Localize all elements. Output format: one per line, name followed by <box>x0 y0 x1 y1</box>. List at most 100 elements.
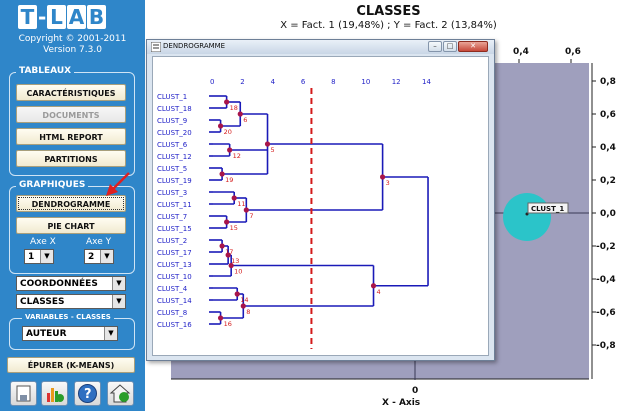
help-icon[interactable]: ? <box>74 381 101 406</box>
dendro-node[interactable] <box>224 99 230 105</box>
axe-y-label: Axe Y <box>86 237 112 247</box>
dendro-leaf-label: CLUST_15 <box>157 225 192 233</box>
pie-chart-button[interactable]: PIE CHART <box>16 217 126 234</box>
dendro-node[interactable] <box>225 252 231 258</box>
dendro-node-label: 10 <box>234 268 242 276</box>
dendro-node[interactable] <box>231 195 237 201</box>
dendro-leaf-label: CLUST_7 <box>157 213 187 221</box>
documents-button[interactable]: DOCUMENTS <box>16 106 126 123</box>
variables-value: AUTEUR <box>26 329 67 339</box>
dendro-leaf-label: CLUST_20 <box>157 129 192 137</box>
dendro-x-tick-label: 14 <box>422 78 431 86</box>
close-button[interactable]: ✕ <box>458 41 488 52</box>
html-report-button[interactable]: HTML REPORT <box>16 128 126 145</box>
dendro-node[interactable] <box>240 303 246 309</box>
dendro-x-tick-label: 8 <box>331 78 335 86</box>
axe-x-select[interactable]: 1 ▼ <box>24 249 54 264</box>
dendro-node[interactable] <box>227 147 233 153</box>
graphiques-title: GRAPHIQUES <box>16 180 89 190</box>
minimize-button[interactable]: – <box>428 41 442 52</box>
dendro-node[interactable] <box>217 123 224 129</box>
chevron-down-icon: ▼ <box>112 277 125 290</box>
chevron-down-icon: ▼ <box>104 327 117 340</box>
chevron-down-icon: ▼ <box>100 250 113 263</box>
axe-x-label: Axe X <box>30 237 56 247</box>
dendro-x-tick-label: 4 <box>271 78 276 86</box>
partitions-button[interactable]: PARTITIONS <box>16 150 126 167</box>
plot-title: CLASSES <box>356 4 421 19</box>
dendro-leaf-label: CLUST_3 <box>157 189 187 197</box>
dendro-node-label: 11 <box>237 200 245 208</box>
dendro-leaf-label: CLUST_17 <box>157 249 192 257</box>
pointer-arrow-icon <box>106 172 130 196</box>
version-text: Version 7.3.0 <box>43 45 102 55</box>
classes-value: CLASSES <box>20 297 65 307</box>
dendro-leaf-label: CLUST_19 <box>157 177 192 185</box>
dendro-leaf-label: CLUST_18 <box>157 105 192 113</box>
dendro-x-tick-label: 0 <box>210 78 214 86</box>
logo-letter: - <box>38 5 47 29</box>
dendro-node[interactable] <box>217 315 224 321</box>
axe-y-value: 2 <box>88 252 95 262</box>
dendro-leaf-label: CLUST_5 <box>157 165 187 173</box>
dendro-node[interactable] <box>237 111 243 117</box>
dendro-node[interactable] <box>228 262 234 269</box>
dendro-leaf-label: CLUST_11 <box>157 201 192 209</box>
coordonnees-value: COORDONNÉES <box>20 279 98 289</box>
dendrogram-window[interactable]: DENDROGRAMME – □ ✕ 0 2 4 6 8 10 12 14 CLUST_1 CLU… <box>146 39 495 361</box>
classes-select[interactable]: CLASSES ▼ <box>16 294 126 309</box>
coordonnees-select[interactable]: COORDONNÉES ▼ <box>16 276 126 291</box>
dendro-node[interactable] <box>243 207 249 213</box>
window-title: DENDROGRAMME <box>163 42 226 50</box>
dendro-x-tick-label: 12 <box>392 78 401 86</box>
caracteristiques-button[interactable]: CARACTÉRISTIQUES <box>16 84 126 101</box>
dendro-node-label: 15 <box>230 224 238 232</box>
dendro-node[interactable] <box>219 243 225 249</box>
dendro-x-tick-label: 2 <box>240 78 244 86</box>
dendro-x-tick-label: 6 <box>301 78 306 86</box>
dendro-node[interactable] <box>264 141 271 147</box>
dendro-x-tick-label: 10 <box>361 78 370 86</box>
variables-title: VARIABLES - CLASSES <box>22 313 114 321</box>
dendrogram-chart: 0 2 4 6 8 10 12 14 CLUST_1 CLUST_18 CLUST_9 CLUST_2… <box>157 78 431 349</box>
dendro-node-label: 14 <box>240 296 248 304</box>
dendro-node[interactable] <box>234 291 240 297</box>
dendro-leaf-label: CLUST_13 <box>157 261 192 269</box>
logo-letter: L <box>47 5 66 29</box>
dendro-node[interactable] <box>219 171 225 177</box>
chevron-down-icon: ▼ <box>40 250 53 263</box>
dendro-node-label: 19 <box>225 176 233 184</box>
sidebar: T-LAB Copyright © 2001-2011 Version 7.3.… <box>0 0 145 411</box>
dendrogram-client: 0 2 4 6 8 10 12 14 CLUST_1 CLUST_18 CLUST_9 CLUST_2… <box>152 56 489 356</box>
maximize-button[interactable]: □ <box>443 41 457 52</box>
dendro-node[interactable] <box>370 283 377 289</box>
dendro-node-label: 12 <box>233 152 241 160</box>
save-icon[interactable] <box>10 381 37 406</box>
dendro-node-label: 5 <box>271 146 275 154</box>
dendro-node-label: 4 <box>377 288 381 296</box>
axe-y-select[interactable]: 2 ▼ <box>84 249 114 264</box>
dendro-leaf-label: CLUST_8 <box>157 309 187 317</box>
dendro-node[interactable] <box>380 174 386 180</box>
epurer-kmeans-button[interactable]: ÉPURER (K-MEANS) <box>7 357 135 373</box>
dendro-node[interactable] <box>224 219 230 225</box>
logo-letter: T <box>18 5 37 29</box>
dendro-leaf-label: CLUST_16 <box>157 321 192 329</box>
variables-select[interactable]: AUTEUR ▼ <box>22 326 118 341</box>
home-icon[interactable] <box>107 381 134 406</box>
bar-chart-icon[interactable] <box>41 381 68 406</box>
window-titlebar[interactable]: DENDROGRAMME – □ ✕ <box>147 40 494 54</box>
dendro-leaf-label: CLUST_12 <box>157 153 192 161</box>
dendro-node-label: 8 <box>246 308 250 316</box>
dendro-node-label: 16 <box>224 320 232 328</box>
svg-text:?: ? <box>84 387 92 402</box>
chevron-down-icon: ▼ <box>112 295 125 308</box>
axe-x-value: 1 <box>28 252 35 262</box>
dendro-leaf-label: CLUST_2 <box>157 237 187 245</box>
dendro-leaf-label: CLUST_9 <box>157 117 187 125</box>
dendro-node-label: 6 <box>243 116 247 124</box>
dendro-leaf-label: CLUST_1 <box>157 93 187 101</box>
dendro-node-label: 20 <box>224 128 232 136</box>
dendro-leaf-label: CLUST_4 <box>157 285 188 293</box>
window-app-icon <box>151 42 161 52</box>
